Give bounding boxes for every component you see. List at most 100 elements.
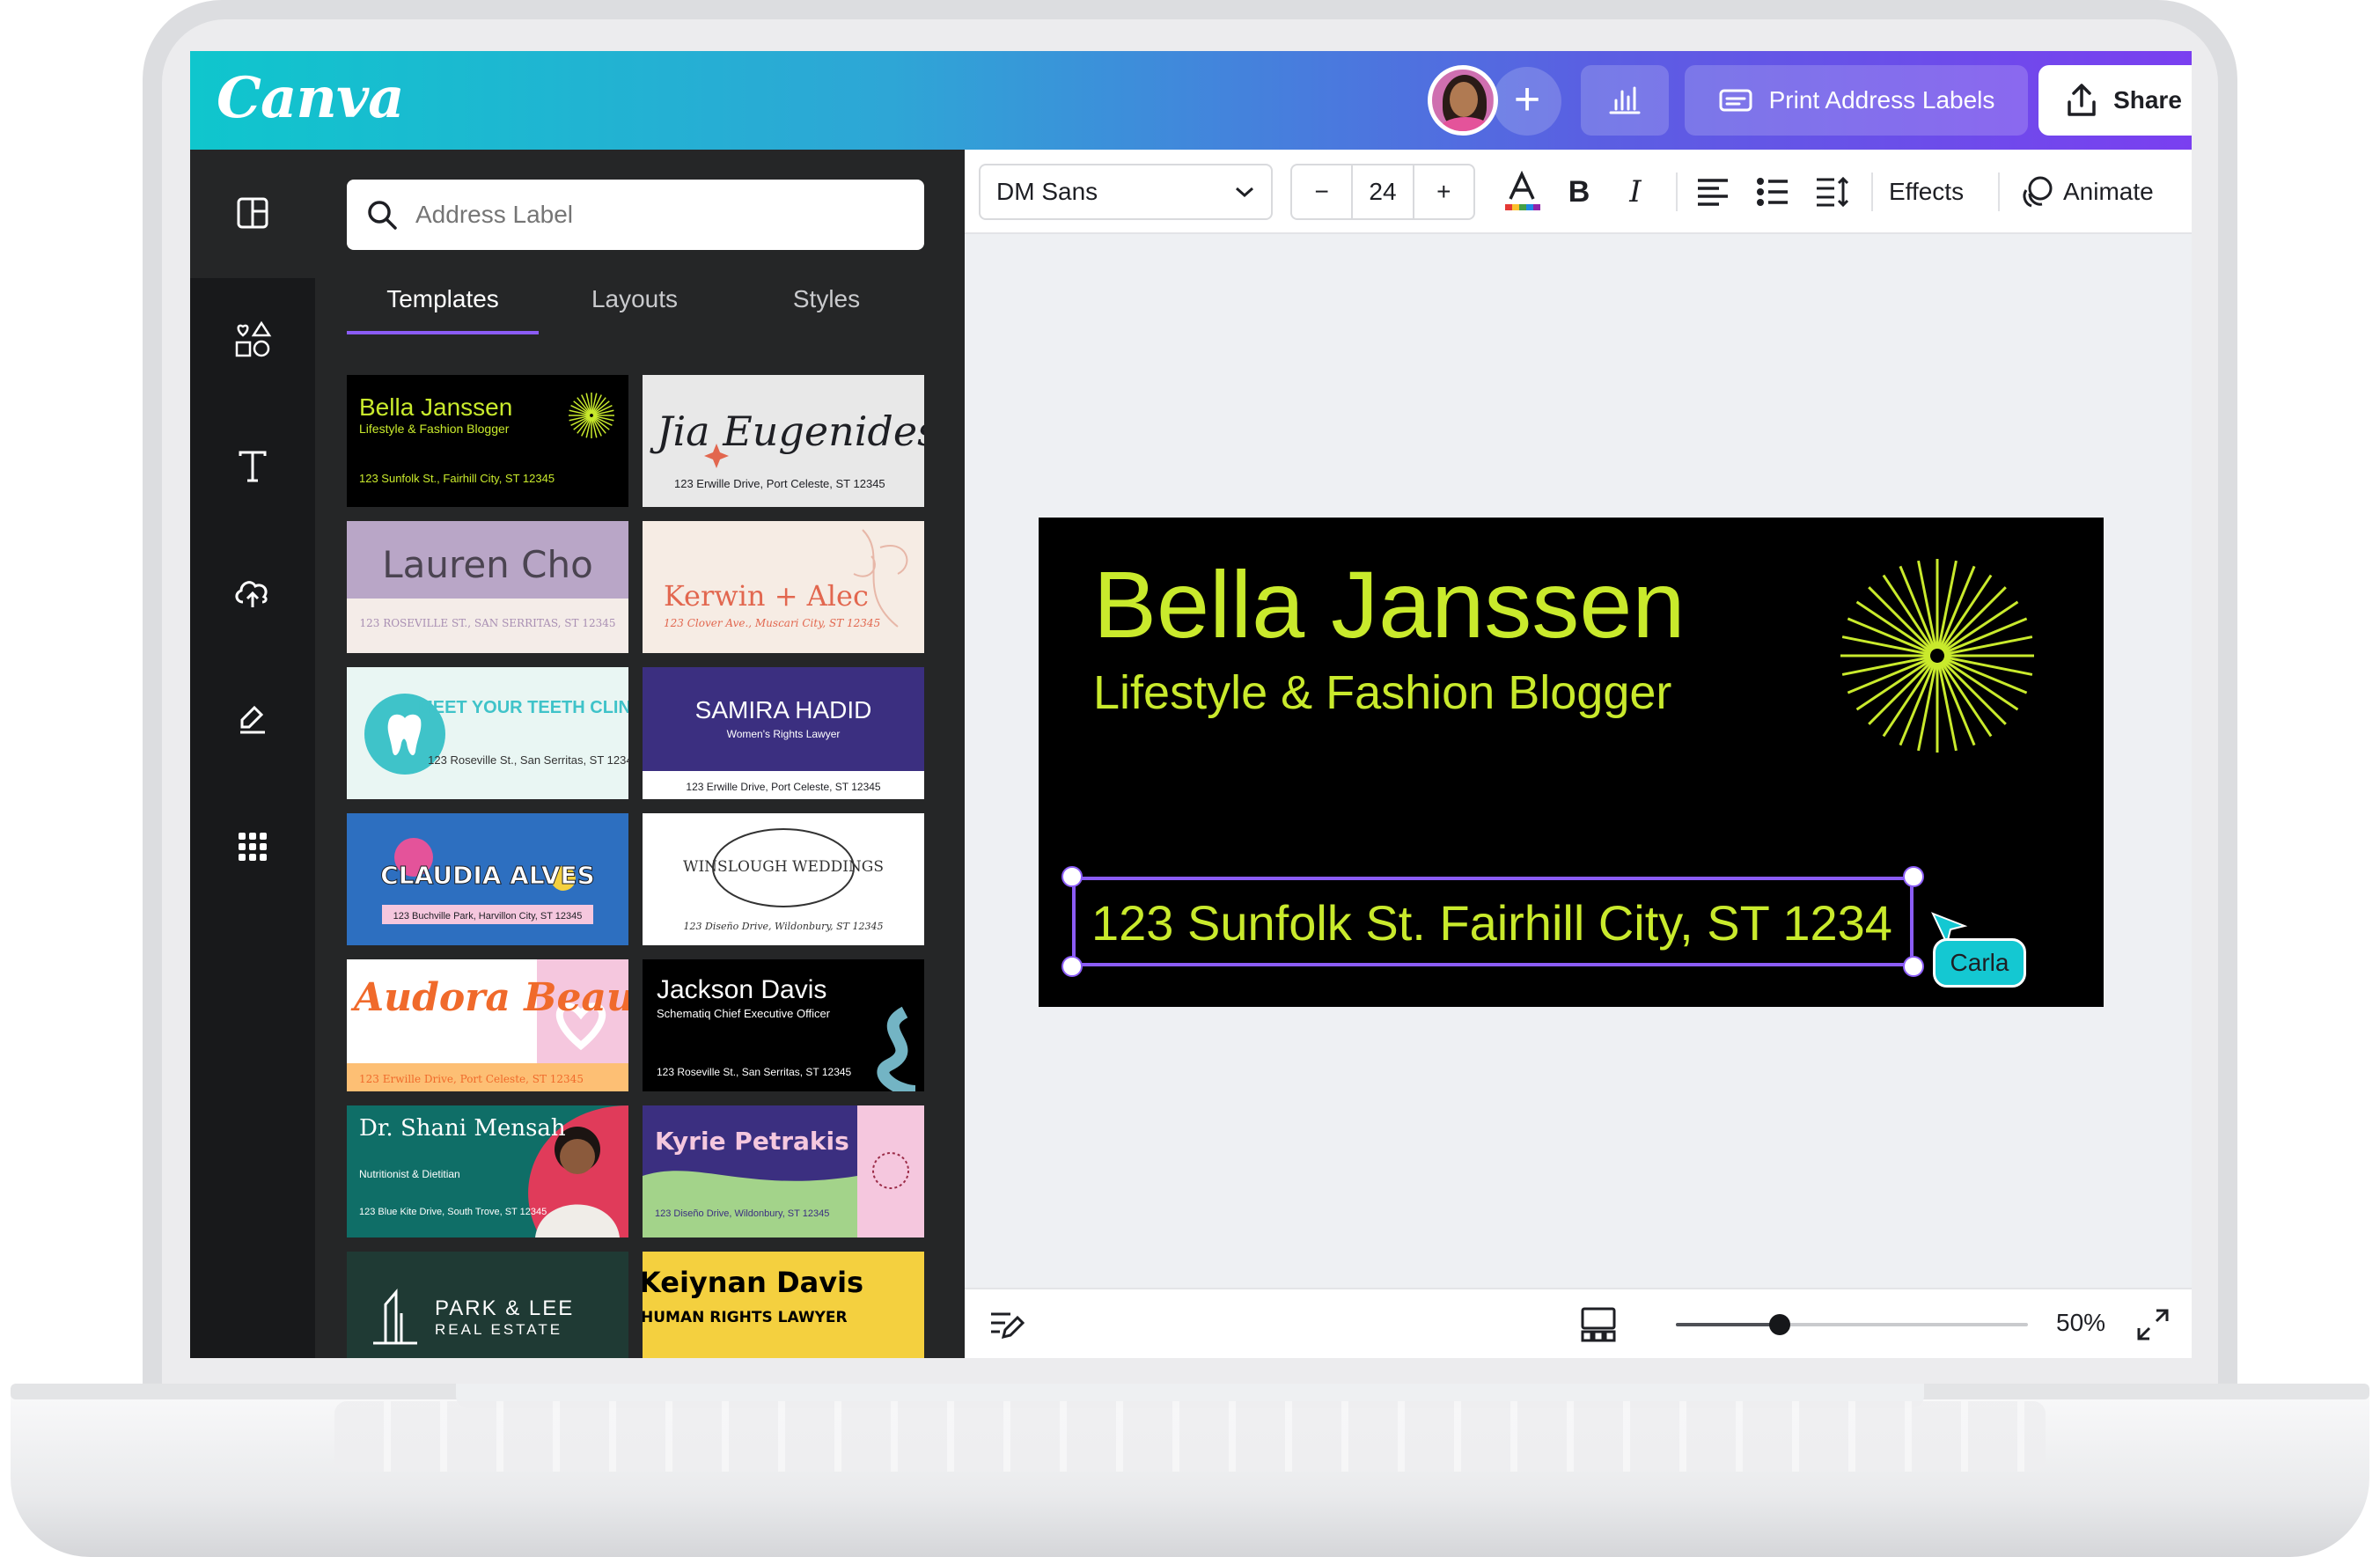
template-kyrie-petrakis[interactable]: Kyrie Petrakis 123 Diseño Drive, Wildonb… — [643, 1105, 924, 1238]
address-label-design[interactable]: Bella Janssen Lifestyle & Fashion Blogge… — [1039, 518, 2104, 1007]
zoom-level[interactable]: 50% — [2056, 1309, 2105, 1337]
app-screen: Canva + Print Address Labels Share Addre… — [190, 51, 2192, 1358]
decrease-font-size-button[interactable]: − — [1292, 165, 1351, 218]
template-lauren-cho[interactable]: Lauren Cho 123 ROSEVILLE ST., SAN SERRIT… — [347, 521, 628, 653]
search-icon — [368, 201, 397, 230]
search-box[interactable] — [347, 180, 924, 250]
template-jia-eugenides[interactable]: Jia Eugenides 123 Erwille Drive, Port Ce… — [643, 375, 924, 507]
search-input[interactable] — [415, 201, 908, 229]
chevron-down-icon — [1236, 187, 1253, 198]
top-bar: Canva + Print Address Labels Share — [190, 51, 2192, 150]
template-title: Jackson Davis — [657, 975, 826, 1004]
share-upload-icon — [2068, 84, 2096, 116]
bullet-list-button[interactable] — [1752, 171, 1794, 213]
zoom-slider-fill — [1676, 1323, 1780, 1326]
bullet-list-icon — [1757, 178, 1788, 206]
template-address: 123 Sunfolk St., Fairhill City, ST 12345 — [359, 472, 555, 485]
italic-button[interactable]: I — [1616, 171, 1655, 213]
zoom-slider[interactable] — [1676, 1314, 2028, 1335]
resize-handle-top-right[interactable] — [1903, 866, 1924, 887]
resize-handle-top-left[interactable] — [1061, 866, 1083, 887]
template-teeth-clinic[interactable]: MEET YOUR TEETH CLINIC 123 Roseville St.… — [347, 667, 628, 799]
template-audora-beauty[interactable]: Audora Beauty 123 Erwille Drive, Port Ce… — [347, 959, 628, 1091]
template-address: 123 Blue Kite Drive, South Trove, ST 123… — [359, 1207, 547, 1217]
tab-layouts[interactable]: Layouts — [539, 273, 731, 334]
line-spacing-icon — [1817, 176, 1849, 208]
apps-icon — [239, 833, 267, 861]
template-title: Bella Janssen — [359, 393, 512, 421]
template-address: 123 Roseville St., San Serritas, ST 1234… — [657, 1066, 852, 1078]
font-family-dropdown[interactable]: DM Sans — [979, 164, 1273, 220]
template-title: Dr. Shani Mensah — [359, 1115, 566, 1142]
layout-icon — [237, 197, 268, 229]
template-shani-mensah[interactable]: Dr. Shani Mensah Nutritionist & Dietitia… — [347, 1105, 628, 1238]
template-kerwin-alec[interactable]: Kerwin + Alec 123 Clover Ave., Muscari C… — [643, 521, 924, 653]
template-bella-janssen[interactable]: Bella Janssen Lifestyle & Fashion Blogge… — [347, 375, 628, 507]
design-address-text[interactable]: 123 Sunfolk St. Fairhill City, ST 1234 — [1091, 894, 1892, 951]
draw-icon — [240, 705, 265, 734]
rail-item-elements[interactable] — [190, 296, 315, 384]
bold-button[interactable]: B — [1560, 171, 1598, 213]
rail-item-design[interactable] — [190, 169, 315, 257]
user-avatar[interactable] — [1428, 65, 1498, 136]
text-color-button[interactable] — [1500, 171, 1544, 213]
template-subtitle: REAL ESTATE — [435, 1321, 562, 1338]
rail-item-text[interactable] — [190, 422, 315, 510]
animate-icon — [2023, 176, 2053, 208]
font-size-stepper: − 24 + — [1290, 164, 1475, 220]
laptop-keyboard — [334, 1401, 2046, 1472]
template-address: 123 Diseño Drive, Wildonbury, ST 12345 — [655, 1208, 829, 1219]
animate-button[interactable]: Animate — [2063, 171, 2154, 213]
design-name-text[interactable]: Bella Janssen — [1093, 549, 1685, 659]
template-title: Kyrie Petrakis — [655, 1127, 849, 1156]
bottom-bar: 50% — [965, 1288, 2192, 1358]
elements-icon — [235, 320, 272, 357]
template-subtitle: Nutritionist & Dietitian — [359, 1168, 460, 1180]
share-button[interactable]: Share — [2038, 65, 2192, 136]
text-icon — [239, 451, 267, 482]
tab-templates[interactable]: Templates — [347, 273, 539, 334]
pages-grid-icon[interactable] — [1581, 1307, 1616, 1342]
font-size-value[interactable]: 24 — [1351, 165, 1414, 218]
template-subtitle: HUMAN RIGHTS LAWYER — [643, 1309, 848, 1326]
template-title: CLAUDIA ALVES — [380, 861, 595, 890]
rail-item-apps[interactable] — [190, 803, 315, 891]
resize-handle-bottom-left[interactable] — [1061, 956, 1083, 977]
rail-item-draw[interactable] — [190, 676, 315, 764]
add-collaborator-button[interactable]: + — [1493, 67, 1561, 136]
template-samira-hadid[interactable]: SAMIRA HADID Women's Rights Lawyer 123 E… — [643, 667, 924, 799]
template-title: Kerwin + Alec — [664, 579, 869, 613]
template-claudia-alves[interactable]: CLAUDIA ALVES 123 Buchville Park, Harvil… — [347, 813, 628, 945]
label-icon — [1719, 89, 1752, 112]
design-subtitle-text[interactable]: Lifestyle & Fashion Blogger — [1093, 665, 1671, 720]
template-address: 123 Diseño Drive, Wildonbury, ST 12345 — [684, 921, 884, 932]
canva-logo[interactable]: Canva — [217, 65, 405, 131]
animate-icon-wrap — [2017, 171, 2056, 213]
template-winslough[interactable]: WINSLOUGH WEDDINGS 123 Diseño Drive, Wil… — [643, 813, 924, 945]
print-address-labels-label: Print Address Labels — [1768, 86, 1995, 114]
person-photo — [560, 1139, 595, 1174]
align-left-icon — [1698, 179, 1728, 206]
rail-item-uploads[interactable] — [190, 549, 315, 637]
spacing-button[interactable] — [1811, 171, 1854, 213]
print-address-labels-button[interactable]: Print Address Labels — [1685, 65, 2028, 136]
effects-button[interactable]: Effects — [1889, 171, 1964, 213]
template-subtitle: Lifestyle & Fashion Blogger — [359, 422, 510, 436]
align-left-button[interactable] — [1692, 171, 1734, 213]
notes-icon[interactable] — [989, 1309, 1025, 1340]
template-park-lee[interactable]: PARK & LEE REAL ESTATE — [347, 1252, 628, 1358]
insights-button[interactable] — [1581, 65, 1669, 136]
tab-styles[interactable]: Styles — [731, 273, 922, 334]
template-title: WINSLOUGH WEDDINGS — [683, 858, 884, 876]
template-title: PARK & LEE — [435, 1296, 574, 1320]
template-title: MEET YOUR TEETH CLINIC — [418, 698, 628, 717]
resize-handle-bottom-right[interactable] — [1903, 956, 1924, 977]
zoom-slider-handle[interactable] — [1769, 1314, 1790, 1335]
template-keiynan-davis[interactable]: Keiynan Davis HUMAN RIGHTS LAWYER — [643, 1252, 924, 1358]
template-title: Keiynan Davis — [643, 1266, 863, 1299]
fullscreen-icon[interactable] — [2135, 1307, 2171, 1342]
left-rail — [190, 150, 315, 1358]
increase-font-size-button[interactable]: + — [1414, 165, 1473, 218]
template-title: Jia Eugenides — [650, 408, 924, 455]
template-jackson-davis[interactable]: Jackson Davis Schematiq Chief Executive … — [643, 959, 924, 1091]
